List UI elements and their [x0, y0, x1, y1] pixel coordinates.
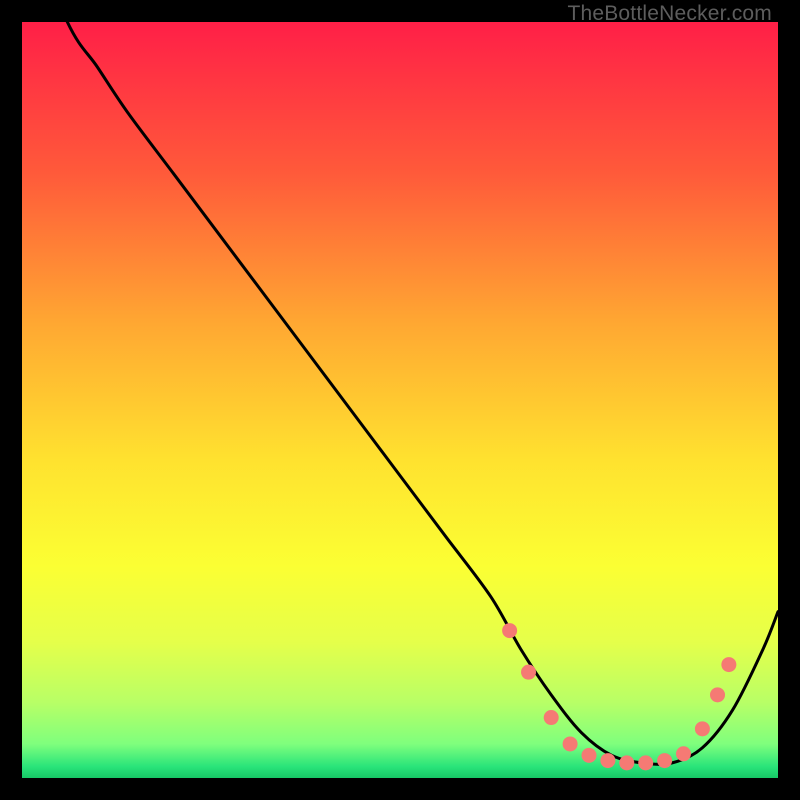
highlight-dot: [521, 665, 536, 680]
bottleneck-chart: [22, 22, 778, 778]
highlight-dot: [710, 687, 725, 702]
highlight-dot: [657, 753, 672, 768]
watermark-text: TheBottleNecker.com: [567, 2, 772, 26]
highlight-dot: [676, 746, 691, 761]
highlight-dot: [695, 721, 710, 736]
highlight-dot: [544, 710, 559, 725]
chart-frame: [22, 22, 778, 778]
highlight-dot: [502, 623, 517, 638]
gradient-background: [22, 22, 778, 778]
highlight-dot: [619, 755, 634, 770]
highlight-dot: [721, 657, 736, 672]
highlight-dot: [600, 753, 615, 768]
highlight-dot: [638, 755, 653, 770]
highlight-dot: [582, 748, 597, 763]
highlight-dot: [563, 736, 578, 751]
